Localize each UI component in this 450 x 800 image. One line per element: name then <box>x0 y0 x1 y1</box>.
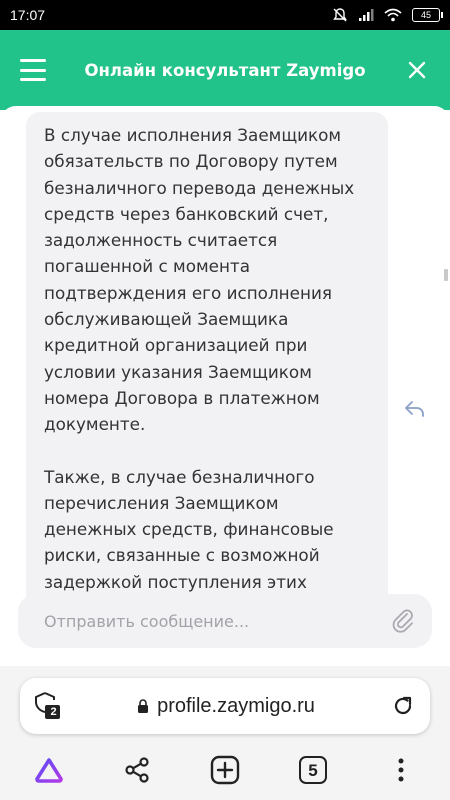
more-menu-icon[interactable] <box>381 750 421 790</box>
hamburger-menu-icon[interactable] <box>20 59 46 81</box>
address-bar[interactable]: 2 profile.zaymigo.ru <box>20 678 430 734</box>
header-title: Онлайн консультант Zaymigo <box>84 60 366 80</box>
close-icon[interactable] <box>404 57 430 83</box>
scrollbar-thumb[interactable] <box>444 269 448 281</box>
message-composer <box>18 594 432 648</box>
reply-icon[interactable] <box>403 399 427 419</box>
url-field[interactable]: profile.zaymigo.ru <box>62 695 390 718</box>
message-paragraph: В случае исполнения Заемщиком обязательс… <box>44 125 355 435</box>
mute-icon <box>333 8 347 22</box>
battery-level: 45 <box>420 9 431 20</box>
paperclip-icon[interactable] <box>390 606 416 636</box>
message-bubble: В случае исполнения Заемщиком обязательс… <box>26 112 388 612</box>
message-input[interactable] <box>44 611 390 631</box>
battery-icon: 45 <box>412 8 443 22</box>
reload-icon[interactable] <box>390 693 416 719</box>
tabs-counter-button[interactable]: 5 <box>293 750 333 790</box>
status-time: 17:07 <box>10 7 46 23</box>
status-bar: 17:07 45 <box>0 0 450 30</box>
status-icons: 45 <box>332 7 443 23</box>
tab-count: 5 <box>308 760 318 780</box>
new-tab-icon[interactable] <box>205 750 245 790</box>
lock-icon <box>138 699 149 713</box>
chat-header: Онлайн консультант Zaymigo <box>0 30 450 110</box>
browser-nav-row: 5 <box>0 750 450 790</box>
chat-area[interactable]: В случае исполнения Заемщиком обязательс… <box>0 106 450 666</box>
shield-icon[interactable]: 2 <box>34 691 62 721</box>
shield-count: 2 <box>50 706 57 718</box>
alice-assistant-icon[interactable] <box>29 750 69 790</box>
share-icon[interactable] <box>117 750 157 790</box>
message-paragraph: Также, в случае безналичного перечислени… <box>44 466 334 592</box>
browser-toolbar: 2 profile.zaymigo.ru 5 <box>0 666 450 800</box>
signal-icon <box>359 9 374 21</box>
wifi-icon <box>384 8 402 22</box>
url-text: profile.zaymigo.ru <box>157 694 315 717</box>
